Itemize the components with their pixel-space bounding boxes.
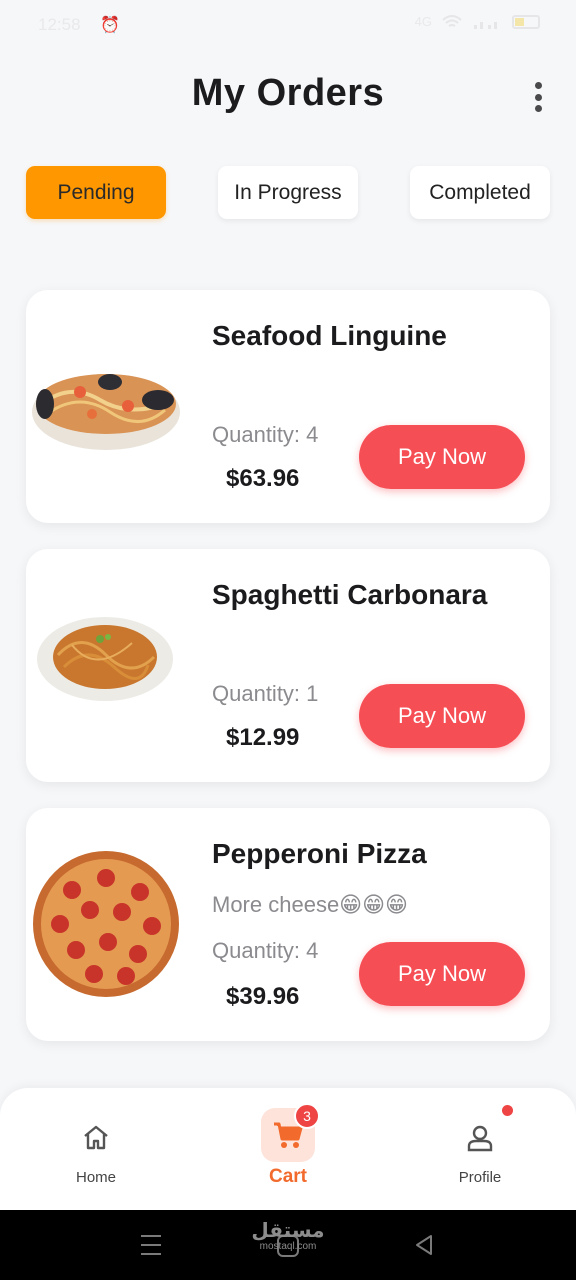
order-note: More cheese😁😁😁 (212, 892, 408, 917)
watermark-arabic: مستقل (251, 1220, 325, 1242)
pay-now-button[interactable]: Pay Now (359, 684, 525, 748)
nav-label-cart: Cart (268, 1166, 307, 1187)
order-price: $39.96 (226, 983, 300, 1010)
signal-icon (474, 21, 497, 29)
page-title: My Orders (191, 72, 385, 114)
network-label: 4G (414, 14, 432, 29)
watermark: مستقل mostaql.com (248, 1218, 328, 1252)
profile-icon (467, 1125, 493, 1152)
bottom-navigation: Home 3 Cart Profile (0, 1088, 576, 1210)
status-indicators: 4G (415, 14, 540, 29)
tab-in-progress[interactable]: In Progress (218, 166, 358, 219)
back-icon[interactable] (414, 1234, 434, 1256)
status-bar: 12:58 ⏰ 4G (0, 0, 576, 50)
pay-now-button[interactable]: Pay Now (359, 425, 525, 489)
status-time: 12:58 (38, 15, 81, 34)
nav-item-home[interactable]: Home (36, 1088, 156, 1210)
order-name: Pepperoni Pizza (212, 838, 427, 869)
wifi-icon (442, 14, 462, 27)
tab-pending[interactable]: Pending (26, 166, 166, 219)
order-name: Spaghetti Carbonara (212, 579, 488, 610)
battery-icon (512, 14, 540, 29)
seafood-linguine-image (32, 374, 180, 450)
nav-label-home: Home (75, 1169, 116, 1186)
recent-apps-icon[interactable] (141, 1235, 161, 1255)
order-quantity: Quantity: 4 (212, 422, 319, 447)
nav-item-profile[interactable]: Profile (420, 1088, 540, 1210)
order-quantity: Quantity: 4 (212, 938, 319, 963)
order-quantity: Quantity: 1 (212, 681, 319, 706)
nav-item-cart[interactable]: Cart (228, 1088, 348, 1210)
order-price: $63.96 (226, 465, 300, 492)
spaghetti-carbonara-image (37, 617, 173, 701)
order-card-seafood-linguine: Seafood Linguine Quantity: 4 $63.96 Pay … (26, 290, 550, 523)
watermark-domain: mostaql.com (259, 1241, 317, 1252)
pay-now-button[interactable]: Pay Now (359, 942, 525, 1006)
order-card-pepperoni-pizza: Pepperoni Pizza More cheese😁😁😁 Quantity:… (26, 808, 550, 1041)
pepperoni-pizza-image (33, 851, 179, 997)
home-icon (84, 1125, 108, 1150)
more-vertical-icon[interactable] (524, 80, 552, 114)
profile-notification-dot (502, 1105, 513, 1116)
order-card-spaghetti-carbonara: Spaghetti Carbonara Quantity: 1 $12.99 P… (26, 549, 550, 782)
nav-label-profile: Profile (458, 1169, 502, 1186)
alarm-icon: ⏰ (100, 17, 120, 34)
order-price: $12.99 (226, 724, 300, 751)
tab-completed[interactable]: Completed (410, 166, 550, 219)
order-name: Seafood Linguine (212, 320, 447, 351)
